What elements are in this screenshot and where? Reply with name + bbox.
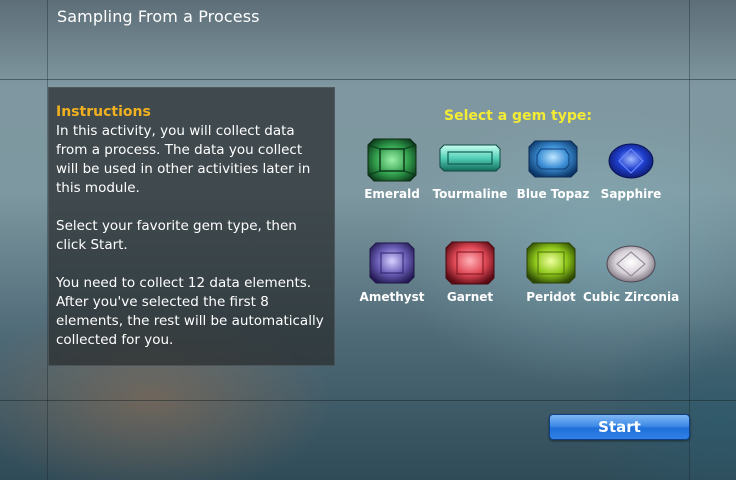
instructions-text-intro: In this activity, you will collect data … [56,123,311,196]
header-divider [0,79,736,80]
gem-label-tourmaline: Tourmaline [432,187,508,201]
peridot-gem-icon [526,242,576,284]
instructions-text-select: Select your favorite gem type, then clic… [56,218,297,253]
gem-label-sapphire: Sapphire [600,187,662,201]
instructions-text-collect: You need to collect 12 data elements. Af… [56,275,324,348]
gem-selector-heading: Select a gem type: [444,108,592,124]
amethyst-gem-icon [369,242,415,284]
gem-option-sapphire[interactable]: Sapphire [583,137,679,201]
tourmaline-gem-icon [439,144,501,172]
instructions-panel: Instructions In this activity, you will … [48,87,335,366]
emerald-gem-icon [367,138,417,182]
gem-label-cubic-zirconia: Cubic Zirconia [583,290,680,304]
grid-line [689,0,690,480]
gem-option-tourmaline[interactable]: Tourmaline [422,137,518,201]
gem-option-cubic-zirconia[interactable]: Cubic Zirconia [583,240,679,304]
cubic-zirconia-gem-icon [606,245,656,283]
page-title: Sampling From a Process [57,7,260,26]
garnet-gem-icon [445,241,495,285]
start-button[interactable]: Start [549,414,690,440]
footer-divider [0,400,736,401]
sapphire-gem-icon [608,143,654,179]
blue-topaz-gem-icon [528,140,578,178]
instructions-heading: Instructions [56,104,151,120]
